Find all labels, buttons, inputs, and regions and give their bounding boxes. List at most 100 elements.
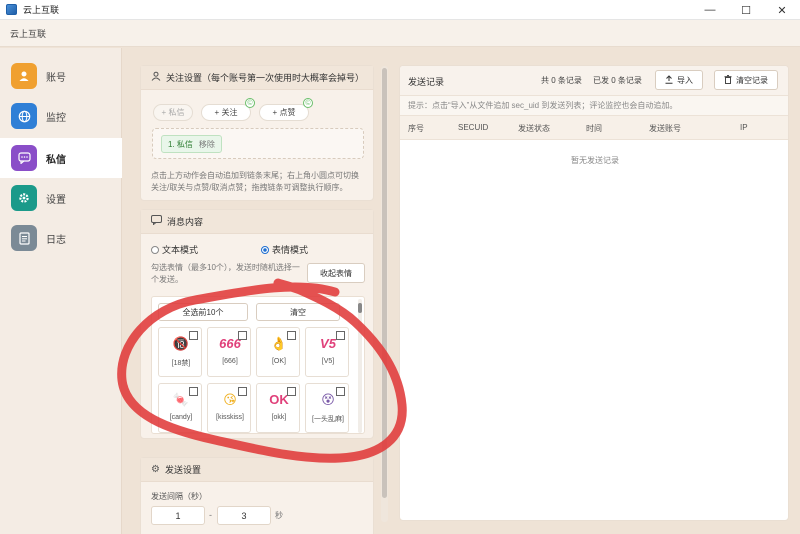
sidebar: 账号 监控 私信 设置 日志 [0, 48, 122, 534]
remove-action-link[interactable]: 移除 [199, 139, 215, 150]
col-ip: IP [740, 123, 748, 132]
message-content-title: 消息内容 [167, 217, 204, 227]
emoji-checkbox[interactable] [336, 387, 345, 396]
mode-text-radio[interactable]: 文本模式 [151, 243, 198, 256]
emoji-hint: 勾选表情（最多10个），发送时随机选择一个发送。 [151, 263, 300, 284]
radio-circle[interactable] [151, 245, 159, 254]
follow-settings-title: 关注设置（每个账号第一次使用时大概率会掉号） [166, 73, 365, 83]
sidebar-item-label: 私信 [46, 154, 66, 166]
user-icon [11, 63, 37, 89]
emoji-item[interactable]: 🔞 [18禁] [158, 327, 202, 377]
send-settings-card: ⚙ 发送设置 发送间隔（秒） 1 - 3 秒 [140, 457, 374, 534]
log-icon [11, 225, 37, 251]
records-hint: 提示：点击“导入”从文件追加 sec_uid 到发送列表；评论监控也会自动追加。 [400, 96, 788, 116]
sidebar-item-account[interactable]: 账号 [0, 56, 122, 96]
radio-circle-selected[interactable] [261, 245, 269, 254]
config-scroll-thumb[interactable] [382, 68, 387, 498]
interval-max-input[interactable]: 3 [217, 506, 271, 525]
emoji-checkbox[interactable] [189, 387, 198, 396]
interval-separator: - [209, 510, 212, 520]
gear-icon: ⚙ [151, 464, 160, 475]
maximize-button[interactable]: ☐ [728, 0, 764, 20]
toggle-dot-icon[interactable]: © [245, 98, 255, 108]
trash-icon [724, 74, 732, 86]
emoji-item[interactable]: OK [okk] [256, 383, 300, 433]
emoji-item[interactable]: V5 [V5] [305, 327, 349, 377]
window-title: 云上互联 [23, 5, 60, 15]
emoji-label: [kisskiss] [216, 414, 244, 421]
emoji-label: [666] [222, 358, 238, 365]
records-table-header: 序号 SECUID 发送状态 时间 发送账号 IP [400, 116, 788, 140]
emoji-label: [candy] [169, 414, 193, 421]
emoji-checkbox[interactable] [238, 331, 247, 340]
emoji-item[interactable]: 😵 [一头乱麻] [305, 383, 349, 433]
mode-text-label: 文本模式 [162, 245, 199, 255]
sidebar-item-label: 账号 [46, 72, 66, 84]
select-first10-button[interactable]: 全选前10个 [158, 303, 248, 321]
title-bar: 云上互联 — ☐ ✕ [0, 0, 800, 20]
config-column: 关注设置（每个账号第一次使用时大概率会掉号） + 私信 + 关注 © + 点赞 … [140, 65, 374, 534]
emoji-checkbox[interactable] [189, 331, 198, 340]
import-button[interactable]: 导入 [655, 70, 703, 90]
app-icon [6, 4, 17, 15]
emoji-checkbox[interactable] [238, 387, 247, 396]
sidebar-item-message[interactable]: 私信 [0, 138, 122, 178]
emoji-checkbox[interactable] [287, 387, 296, 396]
send-settings-title: 发送设置 [164, 465, 201, 475]
action-chip-dm[interactable]: 1. 私信 移除 [161, 135, 222, 153]
emoji-item[interactable]: 🍬 [candy] [158, 383, 202, 433]
config-scrollbar[interactable] [381, 66, 388, 522]
emoji-item[interactable]: 666 [666] [207, 327, 251, 377]
gear-icon [11, 185, 37, 211]
col-account: 发送账号 [649, 124, 681, 133]
window-controls: — ☐ ✕ [692, 0, 800, 20]
emoji-label: [一头乱麻] [312, 416, 344, 423]
message-content-header: 消息内容 [141, 210, 373, 234]
emoji-label: [okk] [271, 414, 287, 421]
upload-icon [665, 74, 673, 86]
clear-records-label: 清空记录 [736, 75, 768, 85]
sidebar-item-label: 日志 [46, 234, 66, 246]
interval-min-input[interactable]: 1 [151, 506, 205, 525]
add-follow-button[interactable]: + 关注 © [201, 98, 255, 121]
message-icon [151, 215, 162, 228]
emoji-scrollbar[interactable] [358, 299, 362, 433]
emoji-checkbox[interactable] [287, 331, 296, 340]
total-count: 共 0 条记录 [541, 76, 582, 85]
mode-emoji-radio[interactable]: 表情模式 [261, 243, 308, 256]
emoji-label: [OK] [271, 358, 286, 365]
minimize-button[interactable]: — [692, 0, 728, 20]
collapse-emoji-button[interactable]: 收起表情 [307, 263, 365, 283]
sidebar-item-label: 设置 [46, 194, 66, 206]
chat-icon [11, 145, 37, 171]
emoji-item[interactable]: 👌 [OK] [256, 327, 300, 377]
import-label: 导入 [677, 75, 693, 85]
close-button[interactable]: ✕ [764, 0, 800, 20]
emoji-panel: 全选前10个 清空 🔞 [18禁] 666 [666] 👌 [OK] V5 [V… [151, 296, 365, 434]
action-chain[interactable]: 1. 私信 移除 [152, 128, 364, 159]
sidebar-item-monitor[interactable]: 监控 [0, 96, 122, 136]
add-like-button[interactable]: + 点赞 © [259, 98, 313, 121]
emoji-item[interactable]: 😘 [kisskiss] [207, 383, 251, 433]
records-title: 发送记录 [408, 77, 445, 87]
clear-emoji-button[interactable]: 清空 [256, 303, 340, 321]
emoji-label: [V5] [321, 358, 335, 365]
emoji-scroll-thumb[interactable] [358, 303, 362, 313]
emoji-label: [18禁] [171, 360, 191, 367]
mode-emoji-label: 表情模式 [272, 245, 309, 255]
user-outline-icon [151, 71, 161, 84]
sidebar-item-settings[interactable]: 设置 [0, 178, 122, 218]
add-dm-button[interactable]: + 私信 [153, 104, 193, 121]
follow-settings-hint: 点击上方动作会自动追加到链条末尾；右上角小圆点可切换关注/取关与点赞/取消点赞；… [151, 171, 359, 192]
follow-settings-card: 关注设置（每个账号第一次使用时大概率会掉号） + 私信 + 关注 © + 点赞 … [140, 65, 374, 201]
sidebar-item-label: 监控 [46, 112, 66, 124]
clear-records-button[interactable]: 清空记录 [714, 70, 778, 90]
sidebar-item-log[interactable]: 日志 [0, 218, 122, 258]
interval-unit: 秒 [275, 511, 283, 520]
records-empty-text: 暂无发送记录 [571, 156, 619, 165]
emoji-checkbox[interactable] [336, 331, 345, 340]
col-status: 发送状态 [518, 124, 550, 133]
toggle-dot-icon[interactable]: © [303, 98, 313, 108]
col-secuid: SECUID [458, 123, 489, 132]
globe-icon [11, 103, 37, 129]
